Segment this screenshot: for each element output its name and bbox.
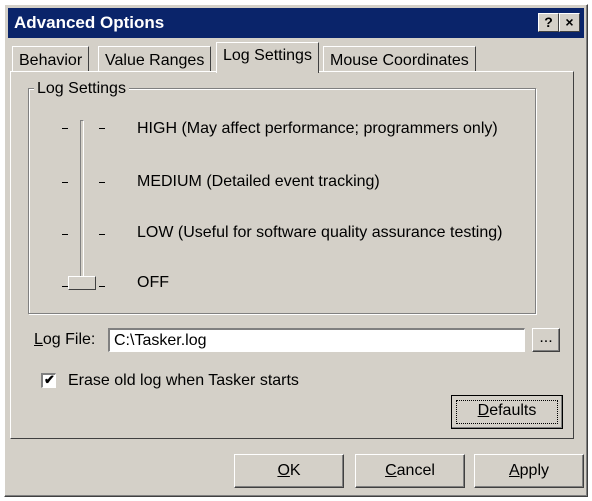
- focus-rect: [456, 400, 558, 424]
- window-title: Advanced Options: [14, 13, 165, 32]
- defaults-button[interactable]: Defaults: [451, 395, 563, 429]
- ok-button[interactable]: OK: [234, 454, 344, 488]
- log-level-slider-thumb[interactable]: [68, 276, 96, 290]
- tab-value-ranges[interactable]: Value Ranges: [98, 46, 212, 72]
- tab-label: Behavior: [19, 52, 83, 69]
- tab-label: Mouse Coordinates: [330, 52, 469, 69]
- erase-log-checkbox[interactable]: ✔: [41, 372, 56, 388]
- log-file-label: Log File:: [34, 331, 96, 348]
- slider-tick: [62, 182, 68, 183]
- cancel-button[interactable]: Cancel: [355, 454, 465, 488]
- tab-label: Value Ranges: [105, 52, 205, 69]
- tab-mouse-coordinates[interactable]: Mouse Coordinates: [323, 46, 476, 72]
- close-icon: ×: [565, 14, 574, 30]
- group-label: Log Settings: [34, 80, 129, 98]
- slider-tick: [99, 234, 105, 235]
- checkmark-icon: ✔: [44, 372, 55, 387]
- erase-log-label[interactable]: Erase old log when Tasker starts: [68, 372, 299, 390]
- slider-tick: [99, 182, 105, 183]
- tab-behavior[interactable]: Behavior: [12, 46, 90, 72]
- tab-label: Log Settings: [223, 47, 312, 64]
- slider-tick: [99, 128, 105, 129]
- help-button[interactable]: ?: [538, 13, 559, 32]
- level-medium-label: MEDIUM (Detailed event tracking): [137, 173, 380, 190]
- slider-tick: [62, 128, 68, 129]
- help-icon: ?: [544, 14, 553, 30]
- log-file-input[interactable]: [108, 328, 525, 352]
- title-bar[interactable]: Advanced Options ? ×: [8, 8, 584, 38]
- browse-button[interactable]: ...: [532, 328, 560, 352]
- level-high-label: HIGH (May affect performance; programmer…: [137, 120, 498, 137]
- slider-tick: [99, 286, 105, 287]
- log-level-slider-track[interactable]: [80, 120, 84, 290]
- level-off-label: OFF: [137, 274, 169, 291]
- apply-button[interactable]: Apply: [474, 454, 584, 488]
- tab-log-settings[interactable]: Log Settings: [216, 42, 319, 73]
- slider-tick: [62, 234, 68, 235]
- close-button[interactable]: ×: [559, 13, 580, 32]
- level-low-label: LOW (Useful for software quality assuran…: [137, 224, 503, 241]
